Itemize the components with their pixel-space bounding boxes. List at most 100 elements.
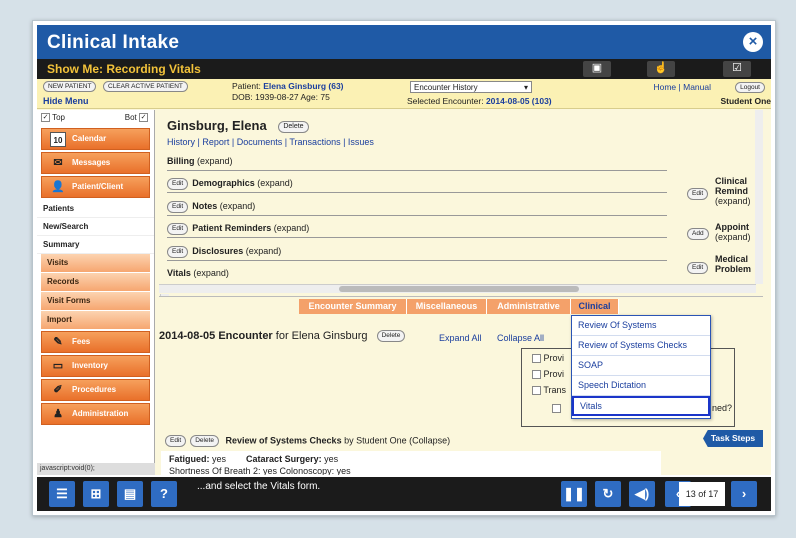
ros-edit-button[interactable]: Edit	[165, 435, 187, 447]
menu-procedures-label: Procedures	[72, 385, 117, 394]
medical-problems-edit-button[interactable]: Edit	[687, 262, 709, 274]
new-patient-button[interactable]: NEW PATIENT	[43, 81, 97, 92]
delete-encounter-button[interactable]: Delete	[376, 330, 406, 343]
manual-link[interactable]: Manual	[683, 82, 711, 92]
form-checkbox-3[interactable]	[532, 386, 541, 396]
dropdown-speech-dictation[interactable]: Speech Dictation	[572, 376, 710, 396]
envelope-icon: ✉	[53, 157, 63, 169]
menu-administration[interactable]: ♟ Administration	[41, 403, 150, 425]
selected-encounter: Selected Encounter: 2014-08-05 (103)	[407, 96, 552, 106]
home-link[interactable]: Home	[653, 82, 676, 92]
menu-inventory[interactable]: ▭ Inventory	[41, 355, 150, 377]
ros-delete-button[interactable]: Delete	[190, 435, 219, 447]
dropdown-vitals[interactable]: Vitals	[572, 396, 710, 416]
narration-text: ...and select the Vitals form.	[197, 481, 321, 492]
reminders-expand[interactable]: (expand)	[274, 223, 310, 233]
menu-visits[interactable]: Visits	[41, 254, 150, 272]
encounter-select[interactable]: Encounter History ▾	[410, 81, 532, 93]
patient-panel: Ginsburg, Elena Delete History | Report …	[159, 110, 763, 294]
logout-button[interactable]: Logout	[735, 82, 765, 93]
patient-links[interactable]: History | Report | Documents | Transacti…	[167, 137, 374, 147]
menu-new-search[interactable]: New/Search	[37, 218, 154, 236]
procedures-icon: ✐	[53, 384, 63, 396]
form-line-2: Provi	[532, 369, 564, 380]
menu-calendar[interactable]: 10 Calendar	[41, 128, 150, 150]
document-icon[interactable]: ▤	[117, 481, 143, 507]
billing-expand[interactable]: (expand)	[197, 156, 233, 166]
menu-list-icon[interactable]: ☰	[49, 481, 75, 507]
tab-clinical[interactable]: Clinical	[571, 299, 619, 314]
menu-messages[interactable]: ✉ Messages	[41, 152, 150, 174]
form-checkbox-2[interactable]	[532, 370, 541, 380]
delete-patient-button[interactable]: Delete	[278, 120, 309, 133]
menu-patient-client[interactable]: 👤 Patient/Client	[41, 176, 150, 198]
expand-all-link[interactable]: Expand All	[439, 333, 482, 343]
patient-dob: DOB: 1939-08-27 Age: 75	[232, 92, 330, 102]
disclosures-edit-button[interactable]: Edit	[167, 245, 189, 258]
menu-fees-label: Fees	[72, 337, 91, 346]
top-header: NEW PATIENT CLEAR ACTIVE PATIENT Hide Me…	[37, 79, 771, 109]
tab-administrative[interactable]: Administrative	[487, 299, 571, 314]
dropdown-soap[interactable]: SOAP	[572, 356, 710, 376]
menu-procedures[interactable]: ✐ Procedures	[41, 379, 150, 401]
medical-problems-title1: Medical	[715, 254, 749, 264]
fatigued-label: Fatigued:	[169, 454, 210, 464]
menu-patients[interactable]: Patients	[37, 200, 154, 218]
menu-patient-client-label: Patient/Client	[72, 182, 124, 191]
task-steps-button[interactable]: Task Steps	[703, 430, 763, 447]
sitemap-icon[interactable]: ⊞	[83, 481, 109, 507]
collapse-all-link[interactable]: Collapse All	[497, 333, 544, 343]
reminders-edit-button[interactable]: Edit	[167, 222, 189, 235]
vitals-expand[interactable]: (expand)	[193, 268, 229, 278]
help-button[interactable]: ?	[151, 481, 177, 507]
next-icon[interactable]: ›	[731, 481, 757, 507]
dropdown-review-of-systems[interactable]: Review Of Systems	[572, 316, 710, 336]
clinical-reminders-expand[interactable]: (expand)	[715, 196, 751, 206]
notes-expand[interactable]: (expand)	[220, 201, 256, 211]
emr-app: NEW PATIENT CLEAR ACTIVE PATIENT Hide Me…	[37, 79, 771, 475]
patient-panel-title: Ginsburg, Elena Delete	[167, 118, 313, 133]
notes-edit-button[interactable]: Edit	[167, 200, 189, 213]
patient-panel-vscrollbar[interactable]	[755, 110, 763, 284]
menu-fees[interactable]: ✎ Fees	[41, 331, 150, 353]
bot-checkbox[interactable]: ✓	[139, 113, 148, 123]
link-separator: |	[678, 82, 681, 92]
form-checkbox-1[interactable]	[532, 354, 541, 364]
top-checkbox[interactable]: ✓	[41, 113, 50, 123]
demographics-edit-button[interactable]: Edit	[167, 177, 189, 190]
menu-summary[interactable]: Summary	[37, 236, 154, 254]
clinical-reminders-edit-button[interactable]: Edit	[687, 188, 709, 200]
dropdown-review-of-systems-checks[interactable]: Review of Systems Checks	[572, 336, 710, 356]
encounter-select-value: Encounter History	[414, 83, 478, 92]
hscroll-thumb[interactable]	[339, 286, 579, 292]
demographics-expand[interactable]: (expand)	[257, 178, 293, 188]
clear-active-patient-button[interactable]: CLEAR ACTIVE PATIENT	[103, 81, 188, 92]
reminders-row: Edit Patient Reminders (expand)	[167, 219, 667, 238]
title-bar: Clinical Intake ×	[37, 25, 771, 59]
appointments-add-button[interactable]: Add	[687, 228, 709, 240]
volume-icon[interactable]: ◀)	[629, 481, 655, 507]
pause-icon[interactable]: ❚❚	[561, 481, 587, 507]
menu-visit-forms[interactable]: Visit Forms	[41, 292, 150, 310]
menu-records[interactable]: Records	[41, 273, 150, 291]
disclosures-expand[interactable]: (expand)	[246, 246, 282, 256]
vitals-row: Vitals (expand)	[167, 264, 667, 283]
close-button[interactable]: ×	[743, 32, 763, 52]
tab-miscellaneous[interactable]: Miscellaneous	[407, 299, 487, 314]
reminders-title: Patient Reminders	[192, 223, 272, 233]
menu-import[interactable]: Import	[41, 311, 150, 329]
presenter-icon[interactable]: ▣	[583, 61, 611, 77]
tab-encounter-summary[interactable]: Encounter Summary	[299, 299, 407, 314]
ros-by[interactable]: by Student One (Collapse)	[344, 435, 450, 445]
checkbox-icon[interactable]: ☑	[723, 61, 751, 77]
clinical-reminders-title2: Remind	[715, 186, 749, 196]
replay-icon[interactable]: ↻	[595, 481, 621, 507]
encounter-patient: for Elena Ginsburg	[275, 330, 368, 342]
hand-pointer-icon[interactable]: ☝	[647, 61, 675, 77]
appointments-expand[interactable]: (expand)	[715, 232, 751, 242]
form-checkbox-4[interactable]	[552, 404, 561, 414]
patient-panel-hscrollbar[interactable]	[159, 284, 756, 293]
selected-encounter-value[interactable]: 2014-08-05 (103)	[486, 96, 552, 106]
hide-menu-link[interactable]: Hide Menu	[43, 96, 89, 106]
menu-top-bot: ✓ Top Bot ✓	[37, 110, 154, 126]
